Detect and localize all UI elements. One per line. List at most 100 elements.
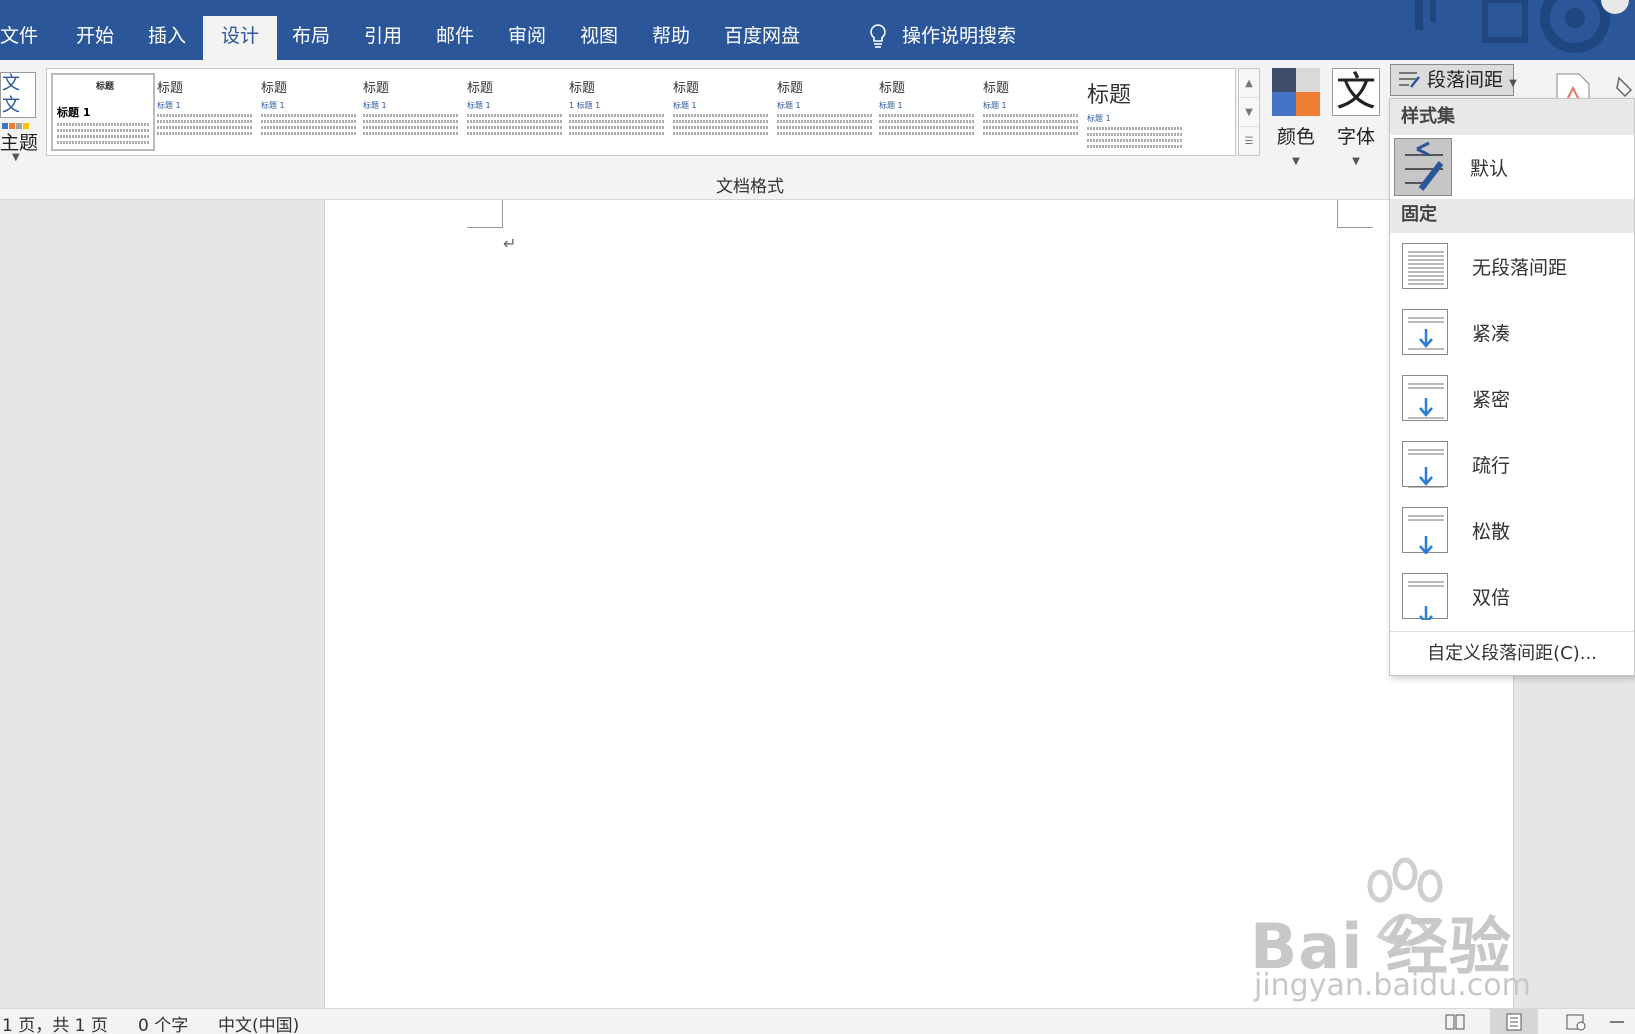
tab-help[interactable]: 帮助: [634, 16, 708, 60]
status-word-count[interactable]: 0 个字: [138, 1011, 188, 1034]
style-set-preview-line: [261, 114, 357, 117]
style-set-preview-line: [777, 126, 873, 129]
tell-me-search[interactable]: 操作说明搜索: [868, 16, 1016, 56]
style-set-item[interactable]: 标题 标题 1: [773, 73, 877, 151]
menu-item-spacing-label: 疏行: [1472, 454, 1511, 477]
custom-paragraph-spacing[interactable]: 自定义段落间距(C)...: [1390, 631, 1634, 675]
style-set-preview-line: [569, 114, 665, 117]
style-set-item[interactable]: 标题 标题 1: [669, 73, 773, 151]
color-swatch: [1272, 92, 1296, 116]
style-set-preview-line: [569, 132, 665, 135]
margin-crop-mark-top-right: [1337, 200, 1373, 228]
style-set-preview-line: [1087, 133, 1183, 136]
gallery-scrollbar[interactable]: ▲ ▼ ☰: [1238, 68, 1260, 156]
style-set-item[interactable]: 标题标题 1: [979, 73, 1083, 151]
tab-layout[interactable]: 布局: [274, 16, 348, 60]
style-set-preview-line: [363, 114, 459, 117]
tab-review[interactable]: 审阅: [490, 16, 564, 60]
style-set-preview-line: [673, 132, 769, 135]
style-set-heading: 标题 1: [57, 106, 91, 119]
style-set-item[interactable]: 标题 标题 1: [257, 73, 361, 151]
style-set-item[interactable]: 标题标题 1: [1083, 73, 1187, 151]
status-language[interactable]: 中文(中国): [218, 1011, 299, 1034]
style-set-item[interactable]: 标题 1 标题 1: [565, 73, 669, 151]
menu-item-spacing[interactable]: 疏行: [1390, 431, 1634, 497]
status-bar: 1 页，共 1 页 0 个字 中文(中国): [0, 1008, 1635, 1034]
paragraph-spacing-label: 段落间距: [1427, 69, 1504, 91]
zoom-out-icon[interactable]: [1606, 1013, 1628, 1031]
style-set-preview-line: [157, 120, 253, 123]
status-page-count[interactable]: 1 页，共 1 页: [2, 1011, 108, 1034]
gallery-scroll-down-icon[interactable]: ▼: [1239, 98, 1259, 127]
tab-file[interactable]: 文件: [0, 16, 56, 60]
style-set-title: 标题: [983, 81, 1010, 96]
style-set-title: 标题: [1087, 83, 1132, 108]
print-layout-icon[interactable]: [1490, 1009, 1538, 1034]
paragraph-spacing-arrow: ▼: [1509, 78, 1517, 89]
section-style-set: 样式集: [1390, 99, 1634, 135]
style-set-preview-line: [261, 132, 357, 135]
style-set-preview-line: [57, 141, 149, 144]
style-set-preview-line: [983, 132, 1079, 135]
colors-button[interactable]: 颜色 ▼: [1268, 68, 1324, 178]
style-set-preview-line: [673, 126, 769, 129]
style-set-item[interactable]: 标题标题 1: [51, 73, 155, 151]
style-set-heading: 标题 1: [1087, 114, 1111, 123]
style-set-preview-line: [261, 120, 357, 123]
paragraph-mark: ↵: [503, 234, 517, 253]
style-set-preview-line: [983, 126, 1079, 129]
style-set-preview-line: [57, 123, 149, 126]
style-set-preview-line: [879, 126, 975, 129]
menu-item-default[interactable]: 默认: [1390, 135, 1634, 199]
tab-design[interactable]: 设计: [203, 16, 278, 60]
menu-item-spacing[interactable]: 紧密: [1390, 365, 1634, 431]
menu-item-spacing[interactable]: 双倍: [1390, 563, 1634, 629]
relaxed-icon: [1402, 507, 1448, 557]
paragraph-spacing-button[interactable]: 段落间距 ▼: [1390, 64, 1517, 96]
style-set-heading: 标题 1: [983, 101, 1007, 110]
menu-item-spacing-label: 紧密: [1472, 388, 1511, 411]
style-set-item[interactable]: 标题 标题 1: [153, 73, 257, 151]
paragraph-spacing-icon: [1399, 72, 1420, 88]
menu-item-spacing[interactable]: 无段落间距: [1390, 233, 1634, 299]
style-set-heading: 标题 1: [157, 101, 181, 110]
title-bar-decoration: [1415, 0, 1629, 53]
style-set-preview-line: [1087, 139, 1183, 142]
read-mode-icon[interactable]: [1444, 1013, 1466, 1031]
style-set-preview-line: [983, 120, 1079, 123]
color-swatch: [1296, 92, 1320, 116]
style-set-heading: 标题 1: [467, 101, 491, 110]
tab-insert[interactable]: 插入: [130, 16, 204, 60]
themes-button[interactable]: 文文 主题 ▼: [0, 68, 42, 188]
colors-dropdown-arrow: ▼: [1292, 156, 1300, 167]
fonts-button[interactable]: 文 字体 ▼: [1328, 68, 1384, 178]
tab-view[interactable]: 视图: [562, 16, 636, 60]
menu-item-spacing[interactable]: 紧凑: [1390, 299, 1634, 365]
baidu-watermark: Bai 经验 jingyan.baidu.com: [1250, 856, 1570, 1006]
style-set-preview-line: [777, 132, 873, 135]
watermark-url: jingyan.baidu.com: [1254, 968, 1531, 1003]
style-set-preview-line: [57, 135, 149, 138]
style-set-preview-line: [569, 126, 665, 129]
ribbon-tab-bar: 文件 开始 插入 设计 布局 引用 邮件 审阅 视图 帮助 百度网盘 操作说明搜…: [0, 0, 1635, 60]
style-set-heading: 标题 1: [879, 101, 903, 110]
style-set-preview-line: [57, 129, 149, 132]
style-set-item[interactable]: 标题 标题 1: [359, 73, 463, 151]
menu-item-spacing-label: 松散: [1472, 520, 1511, 543]
tab-references[interactable]: 引用: [346, 16, 420, 60]
tab-mailings[interactable]: 邮件: [418, 16, 492, 60]
style-set-title: 标题: [261, 81, 288, 96]
tab-baidu-netdisk[interactable]: 百度网盘: [706, 16, 818, 60]
tab-home[interactable]: 开始: [58, 16, 132, 60]
gallery-more-icon[interactable]: ☰: [1239, 127, 1259, 156]
gallery-scroll-up-icon[interactable]: ▲: [1239, 69, 1259, 98]
colors-icon: [1272, 68, 1320, 116]
style-set-item[interactable]: 标题 标题 1: [875, 73, 979, 151]
web-layout-icon[interactable]: [1565, 1013, 1587, 1031]
style-set-preview-line: [363, 120, 459, 123]
style-set-title: 标题: [95, 82, 114, 92]
style-set-item[interactable]: 标题 标题 1: [463, 73, 567, 151]
style-set-heading: 标题 1: [777, 101, 801, 110]
menu-item-spacing[interactable]: 松散: [1390, 497, 1634, 563]
compact-icon: [1402, 309, 1448, 355]
